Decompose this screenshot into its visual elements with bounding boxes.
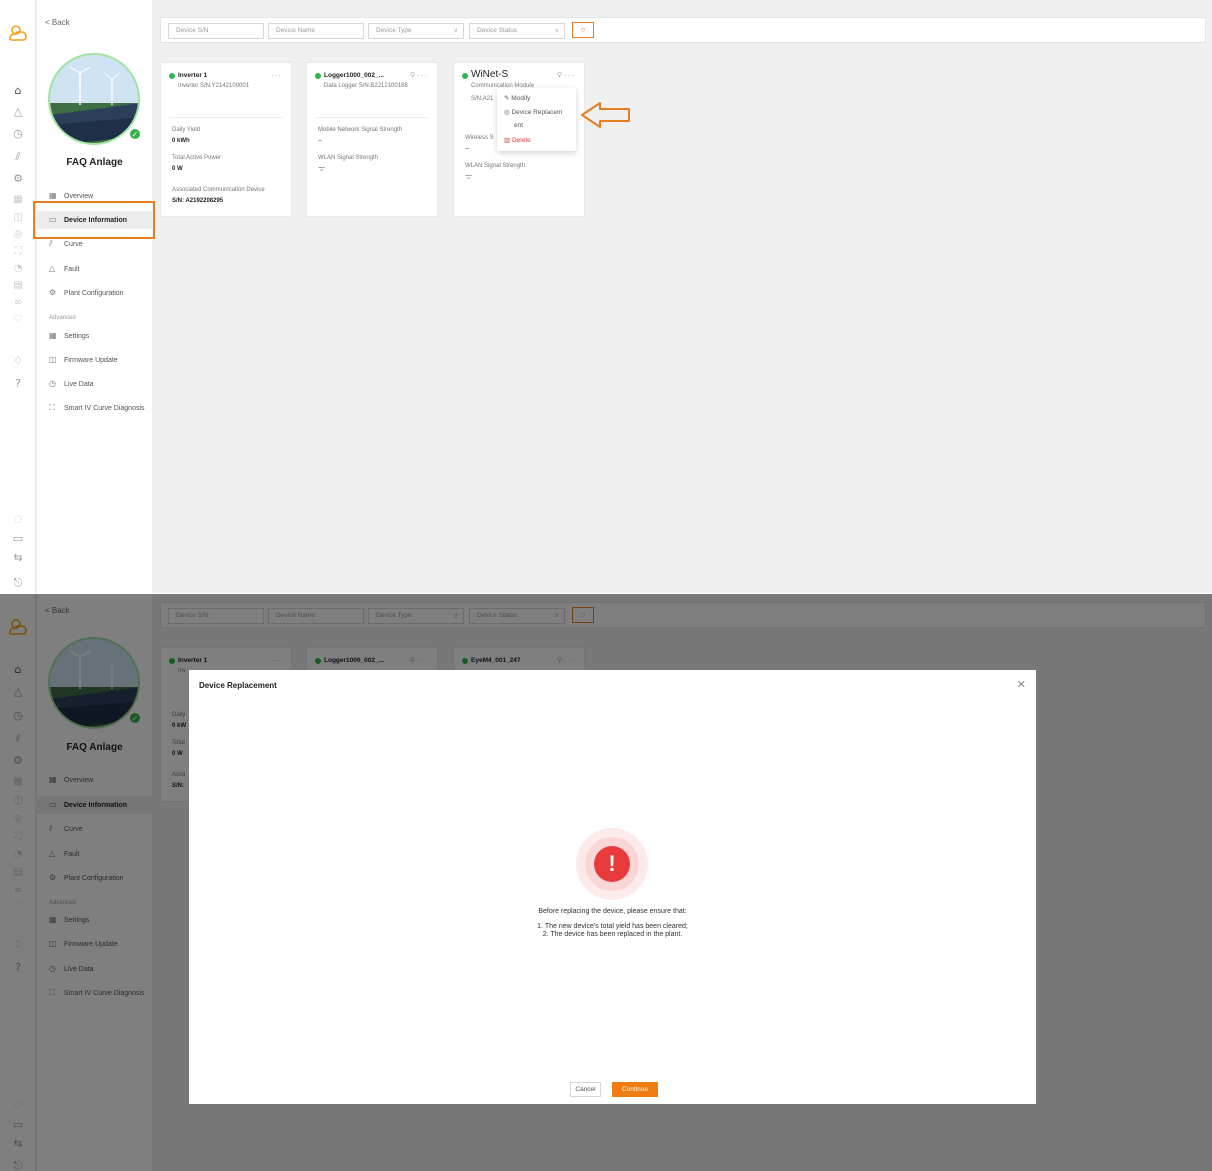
exclamation-icon: !	[594, 846, 630, 882]
device-card-logger[interactable]: Logger1000_002_... ⚲ ··· Data Logger S/N…	[306, 62, 438, 217]
device-sn-input[interactable]: Device S/N	[168, 23, 264, 39]
device-card-inverter[interactable]: Inverter 1 ··· Inverter S/N:Y2142100001 …	[160, 62, 292, 217]
warning-icon: △	[49, 264, 56, 273]
device-name: WiNet-S	[471, 69, 509, 80]
assoc-device-value: S/N: A2192208295	[172, 198, 224, 204]
scan-icon: ⛶	[49, 403, 55, 412]
dialog-line-2: 2. The device has been replaced in the p…	[542, 931, 683, 938]
device-name: Logger1000_002_...	[324, 72, 384, 79]
device-subtitle: Data Logger S/N:B2212100188	[324, 83, 408, 89]
firmware-icon: ◫	[49, 355, 57, 364]
plant-photo	[48, 53, 140, 145]
device-sn: S/N:A21	[471, 96, 494, 102]
plant-sidebar: < Back ✓ FAQ Anlage ▦Overview ▭Device In…	[37, 0, 152, 593]
divider	[315, 117, 429, 118]
table-icon[interactable]: ▤	[11, 279, 25, 293]
status-dot	[169, 73, 175, 79]
device-replacement-dialog: Device Replacement ✕ ! Before replacing …	[189, 670, 1036, 1104]
device-type-select[interactable]: Device Type∨	[368, 23, 464, 39]
assoc-device-label: Associated Communication Device	[172, 187, 265, 193]
chart-icon[interactable]: ⫽	[11, 150, 25, 164]
grid-icon[interactable]: ▦	[11, 193, 25, 207]
bell-icon[interactable]: ♢	[11, 354, 25, 368]
nav-item-smart-iv-curve[interactable]: ⛶Smart IV Curve Diagnosis	[37, 399, 152, 417]
wlan-signal-label: WLAN Signal Strength	[465, 163, 526, 169]
close-icon[interactable]: ✕	[1017, 678, 1026, 691]
online-check-icon: ✓	[129, 128, 141, 140]
wireless-signal-label: Wireless S	[465, 135, 494, 141]
shield-icon[interactable]: ♡	[11, 313, 25, 327]
link-icon: ⚲	[409, 71, 415, 79]
nav-item-settings[interactable]: ▦Settings	[37, 327, 152, 345]
chevron-down-icon: ∨	[554, 28, 559, 34]
more-icon[interactable]: ···	[417, 71, 428, 80]
menu-item-delete[interactable]: ▥ Delete	[504, 136, 531, 144]
tool-icon[interactable]: ⚙	[11, 172, 25, 186]
menu-item-device-replacement[interactable]: ◎ Device Replacem	[504, 108, 562, 116]
clock-icon[interactable]: ◷	[11, 127, 25, 141]
gear-icon: ⚙	[49, 288, 57, 297]
monitor-icon[interactable]: ▭	[11, 532, 25, 546]
warning-icon[interactable]: △	[11, 105, 25, 119]
cancel-button[interactable]: Cancel	[570, 1082, 601, 1097]
dialog-intro: Before replacing the device, please ensu…	[538, 908, 687, 915]
trash-icon: ▥	[504, 137, 512, 144]
device-icon[interactable]: ◫	[11, 211, 25, 225]
dialog-title: Device Replacement	[199, 681, 277, 690]
search-button[interactable]: ○	[572, 22, 594, 38]
nav-item-fault[interactable]: △Fault	[37, 260, 152, 278]
search-bar: Device S/N Device Name Device Type∨ Devi…	[160, 17, 1206, 43]
status-dot	[462, 73, 468, 79]
daily-yield-value: 0 kWh	[172, 138, 190, 144]
device-context-menu: ✎ Modify ◎ Device Replacem ent ▥ Delete	[497, 88, 576, 151]
nav-item-firmware-update[interactable]: ◫Firmware Update	[37, 351, 152, 369]
total-power-label: Total Active Power	[172, 155, 222, 161]
menu-item-device-replacement-wrap[interactable]: ent	[514, 122, 523, 129]
menu-item-modify[interactable]: ✎ Modify	[504, 94, 530, 102]
globe-icon[interactable]: ◌	[11, 513, 25, 527]
daily-yield-label: Daily Yield	[172, 127, 201, 133]
logout-icon[interactable]: ⎋	[11, 576, 25, 590]
device-name: Inverter 1	[178, 72, 208, 79]
device-status-select[interactable]: Device Status∨	[469, 23, 565, 39]
more-icon[interactable]: ···	[271, 71, 282, 80]
timer-icon[interactable]: ◔	[11, 262, 25, 276]
top-screenshot: ⌂ △ ◷ ⫽ ⚙ ▦ ◫ ◎ ⛶ ◔ ▤ ∞ ♡ ♢ ? ◌ ▭ ⇆ ⎋ < …	[0, 0, 1212, 593]
chevron-down-icon: ∨	[453, 28, 458, 34]
mobile-signal-value: --	[318, 138, 322, 144]
plant-name: FAQ Anlage	[66, 157, 123, 168]
nav-item-plant-configuration[interactable]: ⚙Plant Configuration	[37, 284, 152, 302]
mobile-signal-label: Mobile Network Signal Strength	[318, 127, 403, 133]
bottom-screenshot: ⌂ △ ◷ ⫽ ⚙ ▦ ◫ ◎ ⛶ ◔ ▤ ∞ ♡ ♢ ? ◌ ▭ ⇆ ⎋ < …	[0, 594, 1212, 1171]
continue-button[interactable]: Continue	[612, 1082, 658, 1097]
home-icon[interactable]: ⌂	[11, 84, 25, 98]
sun-cloud-logo-icon	[9, 25, 27, 41]
back-link[interactable]: < Back	[45, 18, 70, 27]
highlight-box	[33, 201, 155, 239]
settings-icon[interactable]: ◎	[11, 228, 25, 242]
search-icon: ○	[580, 25, 586, 34]
link-icon: ⚲	[556, 71, 562, 79]
pointer-arrow-icon	[581, 102, 630, 128]
divider	[169, 117, 283, 118]
settings-icon: ▦	[49, 331, 57, 340]
nav-item-live-data[interactable]: ◷Live Data	[37, 375, 152, 393]
wlan-signal-label: WLAN Signal Strength	[318, 155, 379, 161]
device-subtitle: Inverter S/N:Y2142100001	[178, 83, 250, 89]
total-power-value: 0 W	[172, 166, 183, 172]
scan-icon[interactable]: ⛶	[11, 245, 25, 259]
clock-icon: ◷	[49, 379, 56, 388]
help-icon[interactable]: ?	[11, 377, 25, 391]
status-dot	[315, 73, 321, 79]
more-icon[interactable]: ···	[564, 71, 575, 80]
user-switch-icon[interactable]: ⇆	[11, 551, 25, 565]
wireless-signal-value: --	[465, 146, 469, 152]
wifi-icon: ᯤ	[465, 172, 473, 181]
icon-rail: ⌂ △ ◷ ⫽ ⚙ ▦ ◫ ◎ ⛶ ◔ ▤ ∞ ♡ ♢ ? ◌ ▭ ⇆ ⎋	[0, 0, 36, 593]
link-icon[interactable]: ∞	[11, 296, 25, 310]
dialog-line-1: 1. The new device's total yield has been…	[537, 923, 688, 930]
device-name-input[interactable]: Device Name	[268, 23, 364, 39]
wifi-icon: ᯤ	[318, 164, 326, 173]
advanced-section-label: Advanced	[49, 315, 76, 321]
